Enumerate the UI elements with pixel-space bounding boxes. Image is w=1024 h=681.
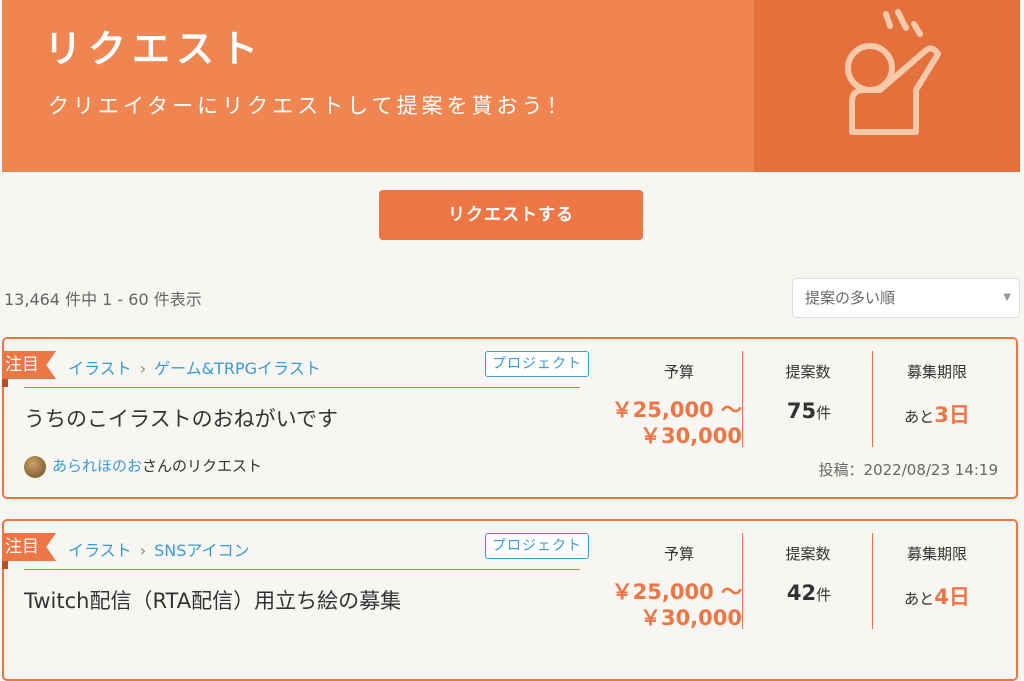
divider: [24, 569, 580, 570]
category-link[interactable]: イラスト: [68, 359, 132, 378]
sort-select[interactable]: 提案の多い順 ▼: [792, 278, 1020, 318]
avatar[interactable]: [24, 455, 46, 478]
result-count: 13,464 件中 1 - 60 件表示: [4, 290, 202, 309]
proposals-value: 75件: [744, 399, 874, 423]
request-card[interactable]: 注目 イラスト › SNSアイコン プロジェクト Twitch配信（RTA配信）用立…: [2, 519, 1018, 681]
budget-min: ￥25,000 〜: [611, 580, 742, 604]
deadline-value: あと4日: [874, 581, 1000, 611]
deadline-days: 3: [934, 403, 949, 427]
raised-hand-person-icon: [845, 9, 941, 135]
budget-value: ￥25,000 〜 ￥30,000: [610, 397, 742, 449]
featured-badge: 注目: [2, 533, 56, 561]
subcategory-link[interactable]: SNSアイコン: [154, 541, 249, 560]
author-name-link[interactable]: あられほのお: [52, 457, 142, 475]
proposals-count: 42: [786, 581, 817, 605]
project-tag: プロジェクト: [485, 533, 589, 559]
deadline-days: 4: [934, 585, 949, 609]
deadline-label: 募集期限: [906, 545, 967, 563]
column-divider: [742, 351, 743, 447]
request-title[interactable]: Twitch配信（RTA配信）用立ち絵の募集: [24, 585, 401, 615]
request-author: あられほのおさんのリクエスト: [24, 455, 262, 478]
deadline-unit: 日: [948, 585, 970, 609]
page-title: リクエスト: [44, 27, 265, 71]
request-card[interactable]: 注目 イラスト › ゲーム&TRPGイラスト プロジェクト うちのこイラストのおねが…: [2, 337, 1018, 499]
proposals-label: 提案数: [785, 363, 831, 381]
project-tag: プロジェクト: [485, 351, 589, 377]
divider: [24, 387, 580, 388]
chevron-right-icon: ›: [139, 359, 147, 378]
deadline-prefix: あと: [904, 408, 935, 426]
budget-max: ￥30,000: [639, 424, 742, 448]
badge-fold: [2, 561, 8, 569]
column-divider: [742, 533, 743, 629]
badge-fold: [2, 379, 8, 387]
budget-max: ￥30,000: [639, 606, 742, 630]
featured-badge: 注目: [2, 351, 56, 379]
budget-label: 予算: [663, 545, 694, 563]
proposals-unit: 件: [816, 586, 832, 604]
category-link[interactable]: イラスト: [68, 541, 132, 560]
author-suffix: さんのリクエスト: [142, 457, 263, 475]
hero-banner: リクエスト クリエイターにリクエストして提案を貰おう！: [2, 0, 1020, 172]
proposals-unit: 件: [816, 404, 832, 422]
budget-min: ￥25,000 〜: [611, 398, 742, 422]
request-title[interactable]: うちのこイラストのおねがいです: [24, 403, 338, 433]
deadline-label: 募集期限: [906, 363, 967, 381]
deadline-unit: 日: [948, 403, 970, 427]
chevron-right-icon: ›: [139, 541, 147, 560]
breadcrumb: イラスト › SNSアイコン: [68, 537, 250, 561]
page-subtitle: クリエイターにリクエストして提案を貰おう！: [48, 94, 572, 118]
proposals-label: 提案数: [785, 545, 831, 563]
dropdown-arrow-icon: ▼: [1003, 292, 1011, 303]
proposals-value: 42件: [744, 581, 874, 605]
deadline-value: あと3日: [874, 399, 1000, 429]
create-request-button[interactable]: リクエストする: [379, 190, 643, 240]
deadline-prefix: あと: [904, 590, 935, 608]
budget-label: 予算: [663, 363, 694, 381]
posted-date: 投稿：2022/08/23 14:19: [818, 461, 998, 479]
subcategory-link[interactable]: ゲーム&TRPGイラスト: [154, 359, 321, 378]
sort-selected-label: 提案の多い順: [805, 289, 896, 307]
proposals-count: 75: [786, 399, 817, 423]
budget-value: ￥25,000 〜 ￥30,000: [610, 579, 742, 631]
breadcrumb: イラスト › ゲーム&TRPGイラスト: [68, 355, 321, 379]
